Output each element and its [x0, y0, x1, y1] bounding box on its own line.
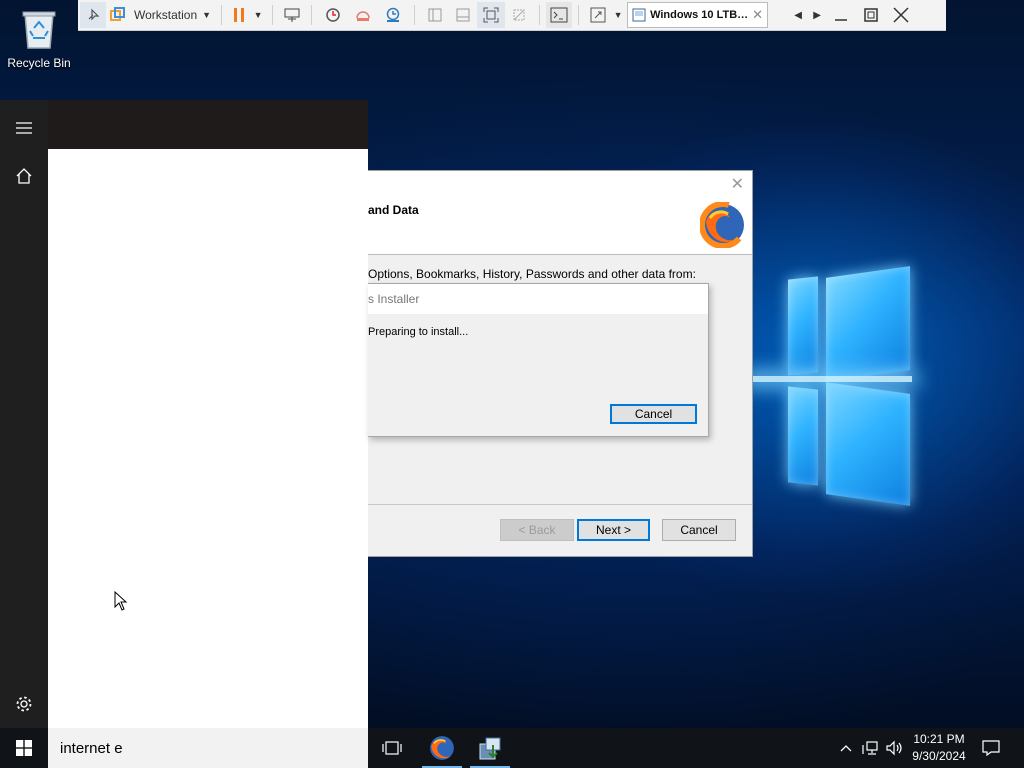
show-library-button[interactable]	[421, 2, 449, 28]
dialog-close-icon[interactable]: ✕	[731, 174, 744, 194]
start-search-results-panel	[48, 149, 368, 728]
snapshot-manager-button[interactable]	[378, 2, 408, 28]
snapshot-icon	[326, 8, 340, 22]
restore-button[interactable]	[856, 2, 886, 28]
task-view-icon	[382, 741, 402, 755]
vm-icon	[632, 8, 646, 22]
library-label: Workstation	[134, 8, 198, 22]
full-screen-icon	[483, 7, 499, 23]
progress-status-text: Preparing to install...	[368, 326, 469, 338]
sidebar-icon	[428, 8, 442, 22]
start-menu-rail	[0, 100, 48, 728]
action-center-button[interactable]	[978, 728, 1004, 768]
power-dropdown-button[interactable]: ▼	[250, 2, 266, 28]
windows-start-icon	[16, 740, 32, 756]
firefox-icon	[430, 736, 454, 760]
tab-scroll-right-icon[interactable]: ▶	[808, 2, 826, 28]
close-icon	[893, 7, 909, 23]
snapshot-revert-button[interactable]	[348, 2, 378, 28]
revert-snapshot-icon	[356, 11, 370, 21]
snapshot-manager-icon	[386, 7, 400, 22]
snapshot-take-button[interactable]	[318, 2, 348, 28]
dialog-footer-divider	[368, 504, 752, 505]
toolbar-divider	[414, 5, 416, 25]
taskbar-installer-button[interactable]	[466, 728, 514, 768]
windows-logo-wallpaper	[750, 266, 912, 506]
stretch-dropdown-button[interactable]: ▼	[611, 2, 625, 28]
installer-icon	[479, 737, 501, 760]
toolbar-divider	[272, 5, 274, 25]
vmware-toolbar: Workstation ▼ ▼ ▼ Windows 10 LTB… ✕ ◀ ▶	[78, 0, 946, 31]
keyboard-icon	[284, 8, 300, 22]
taskbar-clock[interactable]: 10:21 PM 9/30/2024	[900, 731, 978, 765]
pin-icon[interactable]	[80, 2, 106, 28]
vmware-logo-icon[interactable]	[106, 2, 130, 28]
unity-icon	[513, 9, 525, 21]
console-view-button[interactable]	[546, 2, 573, 28]
clock-date: 9/30/2024	[912, 749, 966, 763]
start-button[interactable]	[0, 728, 48, 768]
progress-dialog-title: s Installer	[368, 284, 708, 314]
recycle-bin-label: Recycle Bin	[7, 56, 71, 70]
chevron-up-icon	[840, 745, 852, 752]
vm-tab[interactable]: Windows 10 LTB… ✕	[627, 2, 769, 28]
minimize-icon	[835, 19, 848, 21]
dialog-description: Options, Bookmarks, History, Passwords a…	[368, 267, 696, 281]
hamburger-icon[interactable]	[0, 108, 48, 148]
taskbar: 10:21 PM 9/30/2024	[0, 728, 1024, 768]
vm-tab-label: Windows 10 LTB…	[650, 9, 749, 21]
pause-icon	[234, 8, 245, 22]
taskbar-search-box[interactable]	[48, 728, 372, 768]
firefox-logo-icon	[700, 202, 746, 248]
taskbar-firefox-button[interactable]	[418, 728, 466, 768]
show-hidden-icons-button[interactable]	[836, 728, 856, 768]
dialog-header: ✕ and Data	[368, 171, 752, 255]
thumbnail-bar-icon	[456, 8, 470, 22]
task-view-button[interactable]	[368, 728, 416, 768]
show-thumbnail-bar-button[interactable]	[449, 2, 477, 28]
installer-progress-dialog: s Installer Preparing to install... Canc…	[368, 283, 709, 437]
terminal-icon	[550, 7, 568, 23]
tab-scroll-left-icon[interactable]: ◀	[788, 2, 808, 28]
search-input[interactable]	[48, 728, 372, 768]
toolbar-divider	[578, 5, 580, 25]
library-menu[interactable]: Workstation ▼	[130, 2, 215, 28]
progress-cancel-button[interactable]: Cancel	[610, 404, 697, 424]
toolbar-divider	[221, 5, 223, 25]
home-icon[interactable]	[0, 156, 48, 196]
network-icon[interactable]	[860, 728, 882, 768]
tab-close-icon[interactable]: ✕	[752, 7, 763, 23]
start-menu-header	[48, 100, 368, 149]
send-ctrl-alt-del-button[interactable]	[279, 2, 305, 28]
stretch-guest-button[interactable]	[585, 2, 611, 28]
toolbar-divider	[311, 5, 313, 25]
notification-icon	[982, 740, 1000, 756]
next-button[interactable]: Next >	[577, 519, 650, 541]
toolbar-divider	[539, 5, 541, 25]
cancel-button[interactable]: Cancel	[662, 519, 736, 541]
mouse-cursor-icon	[114, 591, 128, 611]
pause-button[interactable]	[228, 2, 250, 28]
dialog-heading: and Data	[368, 203, 419, 217]
restore-icon	[864, 8, 878, 22]
close-window-button[interactable]	[886, 2, 916, 28]
clock-time: 10:21 PM	[913, 732, 965, 746]
full-screen-button[interactable]	[477, 2, 506, 28]
recycle-bin[interactable]: Recycle Bin	[4, 8, 74, 70]
recycle-bin-icon	[22, 11, 56, 49]
settings-icon[interactable]	[0, 684, 48, 724]
back-button[interactable]: < Back	[500, 519, 574, 541]
chevron-down-icon: ▼	[202, 10, 212, 20]
minimize-button[interactable]	[826, 2, 856, 28]
stretch-icon	[590, 7, 606, 23]
unity-mode-button[interactable]	[505, 2, 533, 28]
